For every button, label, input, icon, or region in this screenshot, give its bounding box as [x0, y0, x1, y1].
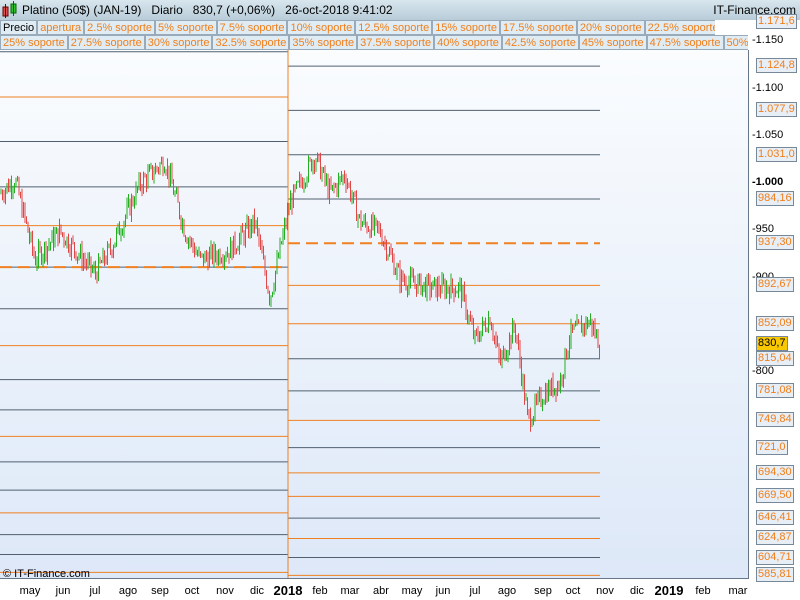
- price-axis: -1.150-1.100-1.050-1.000-950-900-8001.17…: [749, 13, 800, 600]
- x-tick-label: ago: [497, 585, 517, 597]
- legend-item[interactable]: 5% soporte: [155, 20, 217, 35]
- level-label: 604,71: [756, 549, 794, 565]
- level-label: 1.124,8: [756, 58, 797, 74]
- legend-item[interactable]: 2.5% soporte: [84, 20, 155, 35]
- legend-item[interactable]: 50% soporte: [723, 35, 748, 50]
- legend-item[interactable]: 35% soporte: [289, 35, 358, 50]
- legend-item[interactable]: 40% soporte: [434, 35, 502, 50]
- level-label: 1.171,6: [756, 13, 797, 29]
- y-tick-label: -950: [752, 223, 775, 236]
- y-tick-label: -800: [752, 365, 775, 377]
- x-tick-label: sep: [151, 585, 169, 597]
- level-label: 852,09: [756, 315, 794, 331]
- legend-item[interactable]: 15% soporte: [432, 20, 500, 35]
- legend-item[interactable]: 37.5% soporte: [357, 35, 435, 50]
- x-tick-label: feb: [695, 585, 711, 597]
- level-label: 585,81: [756, 567, 794, 583]
- x-tick-label: jul: [469, 585, 481, 597]
- price-chart: [0, 50, 600, 578]
- level-label: 892,67: [756, 277, 794, 293]
- y-tick-label: -1.150: [752, 34, 784, 47]
- x-tick-label: jun: [435, 585, 451, 597]
- y-tick-label: -1.000: [752, 176, 784, 188]
- x-tick-label: mar: [728, 585, 748, 597]
- legend-item[interactable]: 10% soporte: [287, 20, 356, 35]
- legend-item[interactable]: 22.5% soporte: [644, 20, 715, 35]
- legend-item[interactable]: 7.5% soporte: [216, 20, 288, 35]
- x-tick-label: oct: [184, 585, 200, 597]
- x-tick-label: ago: [118, 585, 138, 597]
- current-price-label: 830,7: [756, 335, 788, 351]
- x-tick-label: dic: [249, 585, 265, 597]
- level-label: 624,87: [756, 530, 794, 546]
- candlestick-icon: [2, 1, 17, 18]
- x-tick-label: dic: [629, 585, 645, 597]
- x-tick-label: jun: [55, 585, 71, 597]
- legend-item[interactable]: 30% soporte: [144, 35, 213, 50]
- y-tick-label: -1.100: [752, 81, 784, 94]
- legend-item[interactable]: 47.5% soporte: [646, 35, 724, 50]
- legend-item[interactable]: 25% soporte: [0, 35, 68, 50]
- x-tick-label: 2018: [273, 583, 303, 598]
- x-tick-label: nov: [216, 585, 234, 597]
- legend-item[interactable]: Precio: [0, 20, 38, 35]
- x-tick-label: nov: [596, 585, 614, 597]
- level-label: 984,16: [756, 190, 794, 206]
- x-tick-label: mar: [340, 585, 360, 597]
- level-label: 815,04: [756, 350, 794, 366]
- x-tick-label: sep: [534, 585, 552, 597]
- legend-item[interactable]: 27.5% soporte: [67, 35, 145, 50]
- legend-item[interactable]: 17.5% soporte: [499, 20, 577, 35]
- chart-title: Platino (50$) (JAN-19) Diario 830,7 (+0,…: [22, 3, 393, 17]
- time-axis: may jun jul ago sep oct nov dic 2018 feb mar abr may…: [0, 579, 748, 600]
- legend-row-2: 25% soporte 27.5% soporte 30% soporte 32.5%…: [0, 35, 748, 50]
- level-label: 749,84: [756, 412, 794, 428]
- legend-item[interactable]: 20% soporte: [576, 20, 645, 35]
- legend-item[interactable]: 45% soporte: [578, 35, 647, 50]
- x-tick-label: may: [19, 585, 41, 597]
- level-label: 646,41: [756, 510, 794, 526]
- x-tick-label: feb: [312, 585, 328, 597]
- level-label: 937,30: [756, 235, 794, 251]
- chart-header: Platino (50$) (JAN-19) Diario 830,7 (+0,…: [0, 0, 800, 20]
- legend-item[interactable]: 12.5% soporte: [355, 20, 433, 35]
- x-tick-label: abr: [373, 585, 389, 597]
- plot-area[interactable]: [0, 50, 749, 579]
- y-tick-label: -1.050: [752, 128, 784, 141]
- legend-item[interactable]: 32.5% soporte: [212, 35, 290, 50]
- legend-item[interactable]: apertura: [37, 20, 85, 35]
- level-label: 694,30: [756, 464, 794, 480]
- x-tick-label: 2019: [654, 583, 684, 598]
- x-tick-label: may: [401, 585, 423, 597]
- x-tick-label: jul: [89, 585, 101, 597]
- level-label: 721,0: [756, 439, 788, 455]
- level-label: 669,50: [756, 488, 794, 504]
- legend-item[interactable]: 42.5% soporte: [501, 35, 579, 50]
- level-label: 781,08: [756, 382, 794, 398]
- level-label: 1.031,0: [756, 146, 797, 162]
- x-tick-label: oct: [565, 585, 581, 597]
- level-label: 1.077,9: [756, 102, 797, 118]
- legend-row-1: Precio apertura 2.5% soporte 5% soporte 7.5%…: [0, 20, 715, 35]
